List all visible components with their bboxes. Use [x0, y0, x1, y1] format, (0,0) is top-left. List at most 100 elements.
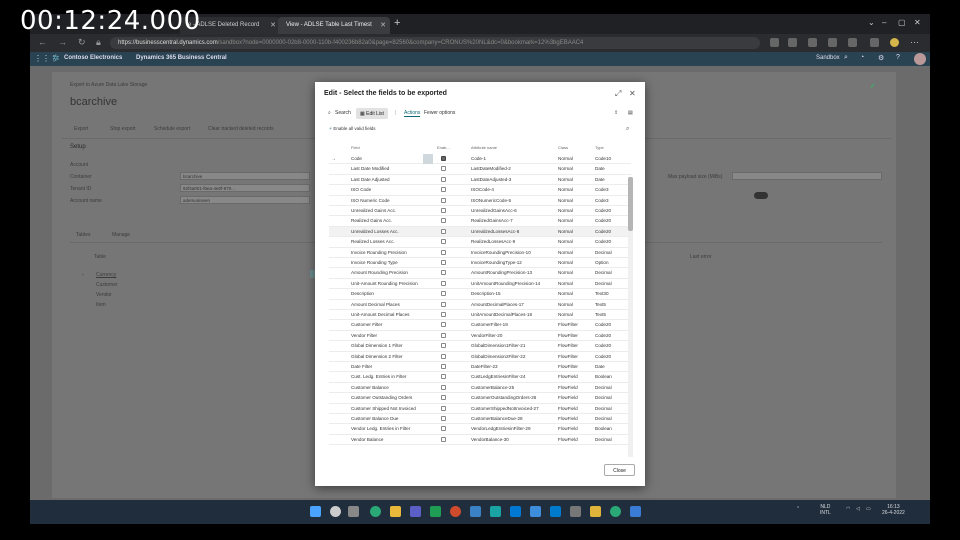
excel-icon[interactable]: [430, 506, 441, 517]
volume-icon[interactable]: ◁: [856, 506, 860, 512]
cell-attribute-name[interactable]: ISOCode-4: [471, 187, 555, 192]
cell-attribute-name[interactable]: CustomerFilter-19: [471, 322, 555, 327]
table-row[interactable]: Last Date Modified LastDateModified-2 Norm…: [329, 164, 631, 175]
back-icon[interactable]: ←: [38, 37, 47, 47]
cell-attribute-name[interactable]: CustomerBalance-25: [471, 385, 555, 390]
outlook-icon[interactable]: [530, 506, 541, 517]
app-icon[interactable]: [590, 506, 601, 517]
maximize-icon[interactable]: ▢: [898, 18, 906, 27]
list-item[interactable]: Vendor: [96, 292, 112, 298]
column-header-attribute[interactable]: Attribute name: [471, 145, 497, 150]
refresh-icon[interactable]: ↻: [78, 37, 86, 48]
table-row[interactable]: Cust. Ledg. Entries in Filter CustLedgEnt…: [329, 372, 631, 383]
account-input[interactable]: ademuniseen: [180, 196, 310, 204]
url-field[interactable]: https://businesscentral.dynamics.com/san…: [110, 37, 760, 49]
bell-icon[interactable]: ◔: [860, 54, 864, 61]
table-row[interactable]: Global Dimension 1 Filter GlobalDimension…: [329, 341, 631, 352]
cell-attribute-name[interactable]: UnitAmountRoundingPrecision-14: [471, 281, 555, 286]
edit-list-button[interactable]: ▦ Edit List: [356, 108, 388, 119]
table-row[interactable]: Last Date Adjusted LastDateAdjusted-3 Norm…: [329, 175, 631, 186]
chevron-down-icon[interactable]: ⌄: [868, 18, 875, 27]
search-icon[interactable]: ⌕: [328, 110, 331, 116]
cell-attribute-name[interactable]: CustomerShippedNotInvoiced-27: [471, 406, 555, 411]
table-row[interactable]: Vendor Filter VendorFilter-20 FlowFilter Co…: [329, 331, 631, 342]
enabled-checkbox[interactable]: [441, 270, 446, 276]
enabled-checkbox[interactable]: [441, 260, 446, 265]
enabled-checkbox[interactable]: [441, 291, 446, 297]
cell-attribute-name[interactable]: VendorFilter-20: [471, 333, 555, 338]
action-clear-tracked[interactable]: Clear tracked deleted records: [208, 126, 274, 132]
enabled-checkbox[interactable]: [441, 166, 446, 172]
action-schedule-export[interactable]: Schedule export: [154, 126, 190, 132]
app-icon[interactable]: [570, 506, 581, 517]
close-tab-icon[interactable]: ✕: [380, 21, 386, 29]
app-icon[interactable]: [490, 506, 501, 517]
app-icon[interactable]: [470, 506, 481, 517]
vertical-scrollbar[interactable]: [628, 177, 633, 457]
gear-icon[interactable]: ⚙: [878, 54, 884, 62]
start-icon[interactable]: [310, 506, 321, 517]
language-indicator[interactable]: NLD INTL: [820, 504, 831, 516]
enable-all-action[interactable]: ⚡︎ Enable all valid fields: [329, 126, 375, 132]
cell-attribute-name[interactable]: RealizedGainsAcc-7: [471, 218, 555, 223]
tray-chevron-icon[interactable]: ⌃: [796, 506, 800, 512]
enabled-checkbox[interactable]: [441, 364, 446, 369]
table-row[interactable]: Amount Rounding Precision AmountRoundingP…: [329, 268, 631, 279]
help-icon[interactable]: ?: [896, 54, 900, 61]
edge-dev-icon[interactable]: [610, 506, 621, 517]
enabled-checkbox[interactable]: [441, 187, 446, 193]
search-icon[interactable]: ⌕: [844, 54, 848, 62]
vscode-icon[interactable]: [550, 506, 561, 517]
edge-icon[interactable]: [370, 506, 381, 517]
forward-icon[interactable]: →: [58, 37, 67, 47]
max-payload-input[interactable]: [732, 172, 882, 180]
cell-attribute-name[interactable]: DateFilter-23: [471, 364, 555, 369]
cell-attribute-name[interactable]: CustomerBalanceDue-28: [471, 416, 555, 421]
extension-icon[interactable]: [788, 38, 797, 47]
enabled-checkbox[interactable]: [441, 374, 446, 380]
wifi-icon[interactable]: ◠: [846, 506, 850, 512]
table-row[interactable]: Amount Decimal Places AmountDecimalPlaces…: [329, 300, 631, 310]
enabled-checkbox[interactable]: [441, 280, 446, 286]
avatar[interactable]: [914, 53, 926, 65]
extension-icon[interactable]: [770, 38, 779, 47]
cell-attribute-name[interactable]: AmountRoundingPrecision-13: [471, 270, 555, 275]
more-icon[interactable]: ⋯: [910, 37, 919, 48]
cell-attribute-name[interactable]: Code-1: [471, 156, 555, 161]
search-icon[interactable]: ⌕: [626, 126, 629, 133]
table-row[interactable]: Customer Filter CustomerFilter-19 FlowFilt…: [329, 320, 631, 331]
enabled-checkbox[interactable]: [441, 301, 446, 307]
chrome-icon[interactable]: [450, 506, 461, 517]
table-row[interactable]: Vendor Balance VendorBalance-30 FlowField D…: [329, 435, 631, 446]
list-item[interactable]: Customer: [96, 282, 118, 288]
table-row[interactable]: Customer Balance CustomerBalance-25 FlowFi…: [329, 383, 631, 394]
table-row[interactable]: Customer Shipped Not Invoiced CustomerShi…: [329, 404, 631, 414]
table-row[interactable]: Realized Losses Acc. RealizedLossesAcc-9 N…: [329, 237, 631, 248]
table-row[interactable]: Invoice Rounding Type InvoiceRoundingType…: [329, 258, 631, 269]
table-row[interactable]: ISO Numeric Code ISONumericCode-5 Normal Co…: [329, 196, 631, 206]
share-icon[interactable]: ⇪: [614, 110, 618, 116]
table-row[interactable]: Unit-Amount Rounding Precision UnitAmount…: [329, 279, 631, 290]
table-row[interactable]: Vendor Ledg. Entries in Filter VendorLedg…: [329, 424, 631, 435]
enabled-checkbox[interactable]: [441, 197, 446, 203]
cell-attribute-name[interactable]: UnitAmountDecimalPlaces-18: [471, 312, 555, 317]
extension-icon[interactable]: [808, 38, 817, 47]
cell-attribute-name[interactable]: VendorLedgEntriesinFilter-29: [471, 426, 555, 431]
enabled-checkbox[interactable]: [441, 228, 446, 234]
enabled-checkbox[interactable]: [441, 156, 446, 161]
enabled-checkbox[interactable]: [441, 176, 446, 182]
enabled-checkbox[interactable]: [441, 312, 446, 317]
cell-attribute-name[interactable]: InvoiceRoundingPrecision-10: [471, 250, 555, 255]
table-row[interactable]: Unrealized Losses Acc. UnrealizedLossesAc…: [329, 226, 631, 238]
filter-pane-icon[interactable]: ▤: [628, 110, 633, 116]
cell-attribute-name[interactable]: UnrealizedGainsAcc-6: [471, 208, 555, 213]
cell-field[interactable]: Code: [351, 156, 435, 161]
environment-name[interactable]: Sandbox: [816, 55, 840, 61]
table-row[interactable]: Global Dimension 2 Filter GlobalDimension…: [329, 352, 631, 362]
expand-icon[interactable]: ⤢: [615, 89, 621, 99]
table-row[interactable]: Invoice Rounding Precision InvoiceRoundin…: [329, 248, 631, 258]
close-button[interactable]: Close: [604, 464, 635, 476]
enabled-checkbox[interactable]: [441, 239, 446, 245]
cell-attribute-name[interactable]: CustLedgEntriesinFilter-24: [471, 374, 555, 379]
enabled-checkbox[interactable]: [441, 322, 446, 328]
